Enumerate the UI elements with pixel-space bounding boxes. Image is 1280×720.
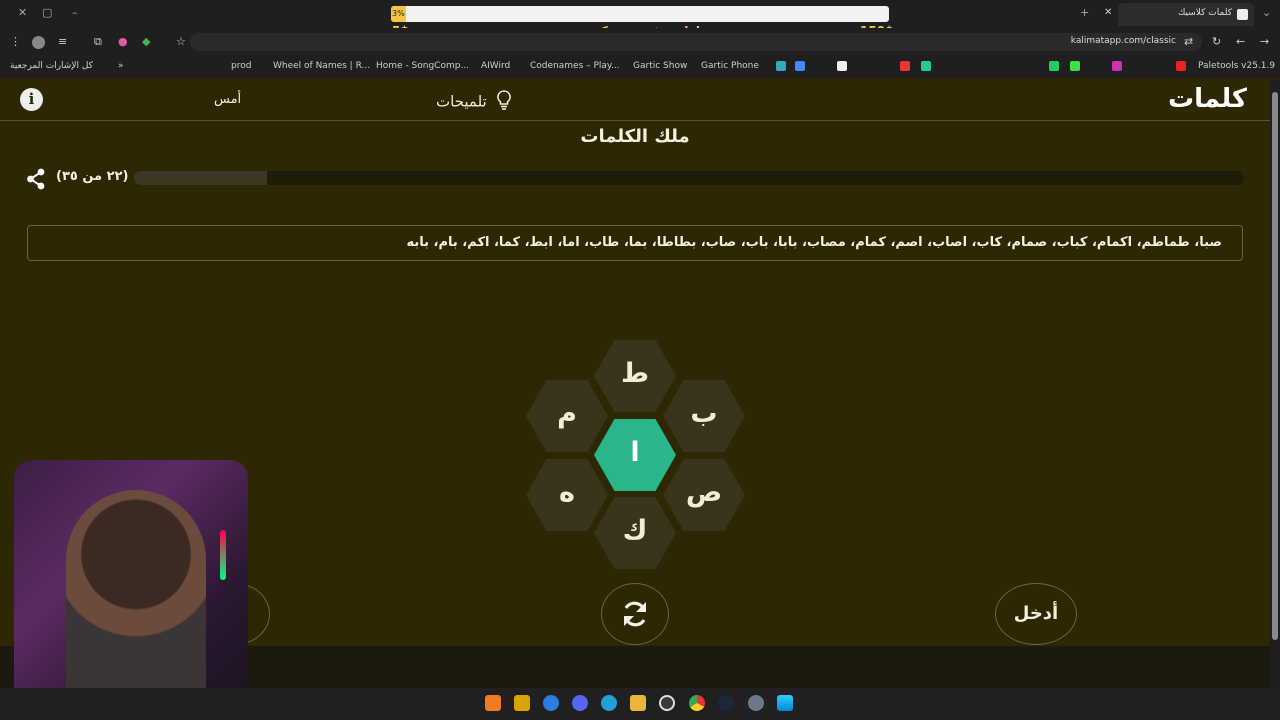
new-tab-icon[interactable]: + [1080,6,1089,19]
tab-title: كلمات كلاسيك [1177,8,1232,18]
bookmark-aiwird[interactable]: AIWird [481,61,510,71]
bookmark-songcomp[interactable]: Home - SongComp... [376,61,469,71]
forward-icon[interactable]: → [1260,35,1269,48]
found-words-box[interactable]: صبا، طماطم، اكمام، كباب، صمام، كاب، اصاب… [27,225,1243,261]
letter-hex-upper-left[interactable]: م [526,380,608,452]
hints-button[interactable]: تلميحات [436,90,512,114]
address-bar[interactable]: kalimatapp.com/classic [190,33,1202,51]
letter-hex-lower-left[interactable]: ه [526,459,608,531]
menu-dots-icon[interactable]: ⋮ [10,35,21,48]
extension-badge-icon[interactable]: ● [118,35,128,48]
bookmark-icon[interactable] [1070,61,1080,71]
refresh-icon [620,601,650,633]
enter-button[interactable]: أدخل [995,583,1077,645]
bookmark-icon[interactable] [1112,61,1122,71]
file-explorer-icon[interactable] [630,695,646,711]
letter-hex-center[interactable]: ا [594,419,676,491]
tab-close-icon[interactable]: ✕ [1104,7,1112,18]
back-icon[interactable]: ← [1236,35,1245,48]
bookmark-icon[interactable] [900,61,910,71]
progress-fill [134,171,267,185]
bookmark-paletools[interactable]: Paletools v25.1.9 [1198,61,1275,71]
minimize-window-icon[interactable]: – [72,6,78,19]
app-header [0,80,1270,121]
extensions-icon[interactable]: ⧉ [94,35,102,49]
taskbar-app-icon[interactable] [514,695,530,711]
edge-icon[interactable] [601,695,617,711]
letter-hex-lower-right[interactable]: ص [663,459,745,531]
donation-goal-fill: 3% [391,6,406,22]
steam-icon[interactable] [718,695,734,711]
hints-label: تلميحات [436,92,487,111]
letter-hex-bottom[interactable]: ك [594,497,676,569]
settings-gear-icon[interactable] [748,695,764,711]
bookmark-icon[interactable] [921,61,931,71]
app-logo[interactable]: كلمات [1168,84,1247,114]
scrollbar-thumb[interactable] [1272,92,1278,640]
shuffle-button[interactable] [601,583,669,645]
letter-hex-top[interactable]: ط [594,340,676,412]
shield-icon[interactable]: ◆ [142,35,150,48]
browser-tab[interactable]: كلمات كلاسيك ✕ [1104,3,1254,26]
bookmark-star-icon[interactable]: ☆ [176,35,186,48]
tab-list-icon[interactable]: ⌄ [1262,6,1271,19]
bookmarks-overflow-icon[interactable]: » [118,61,124,71]
score-counter: (٢٢ من ٣٥) [56,169,129,184]
bookmark-icon[interactable] [776,61,786,71]
chrome-icon[interactable] [689,695,705,711]
donation-goal-bar [391,6,889,22]
bookmark-gartic-show[interactable]: Gartic Show [633,61,687,71]
profile-avatar[interactable] [32,36,45,49]
lightbulb-icon [496,90,512,114]
url-text: kalimatapp.com/classic [1070,36,1176,46]
info-icon[interactable]: i [20,88,43,111]
rank-title: ملك الكلمات [580,126,690,147]
bookmark-wheel-of-names[interactable]: Wheel of Names | R... [273,61,370,71]
bookmark-prod[interactable]: prod [231,61,251,71]
bookmark-gartic-phone[interactable]: Gartic Phone [701,61,759,71]
close-window-icon[interactable]: ✕ [18,6,27,19]
neon-light [220,530,226,580]
reload-icon[interactable]: ↻ [1212,35,1221,48]
progress-track [134,171,1244,185]
streamer-webcam [14,460,248,720]
bookmark-icon[interactable] [795,61,805,71]
reading-list-icon[interactable]: ≡ [58,35,67,48]
tab-favicon-icon [1237,9,1248,20]
all-bookmarks-link[interactable]: كل الإشارات المرجعية [10,61,93,71]
letter-hex-upper-right[interactable]: ب [663,380,745,452]
found-words-list: صبا، طماطم، اكمام، كباب، صمام، كاب، اصاب… [406,235,1223,250]
streamer-silhouette [66,490,206,720]
yesterday-link[interactable]: أمس [214,92,241,107]
bookmark-icon[interactable] [837,61,847,71]
donation-percent: 3% [392,9,405,18]
obs-icon[interactable] [659,695,675,711]
site-settings-icon[interactable]: ⇄ [1184,35,1193,48]
taskbar-app-icon[interactable] [485,695,501,711]
windows-start-icon[interactable] [777,695,793,711]
taskbar-app-icon[interactable] [543,695,559,711]
bookmark-icon[interactable] [1176,61,1186,71]
bookmark-icon[interactable] [1049,61,1059,71]
maximize-window-icon[interactable]: ▢ [42,6,52,19]
bookmark-codenames[interactable]: Codenames – Play... [530,61,620,71]
share-icon[interactable] [26,168,46,194]
discord-icon[interactable] [572,695,588,711]
